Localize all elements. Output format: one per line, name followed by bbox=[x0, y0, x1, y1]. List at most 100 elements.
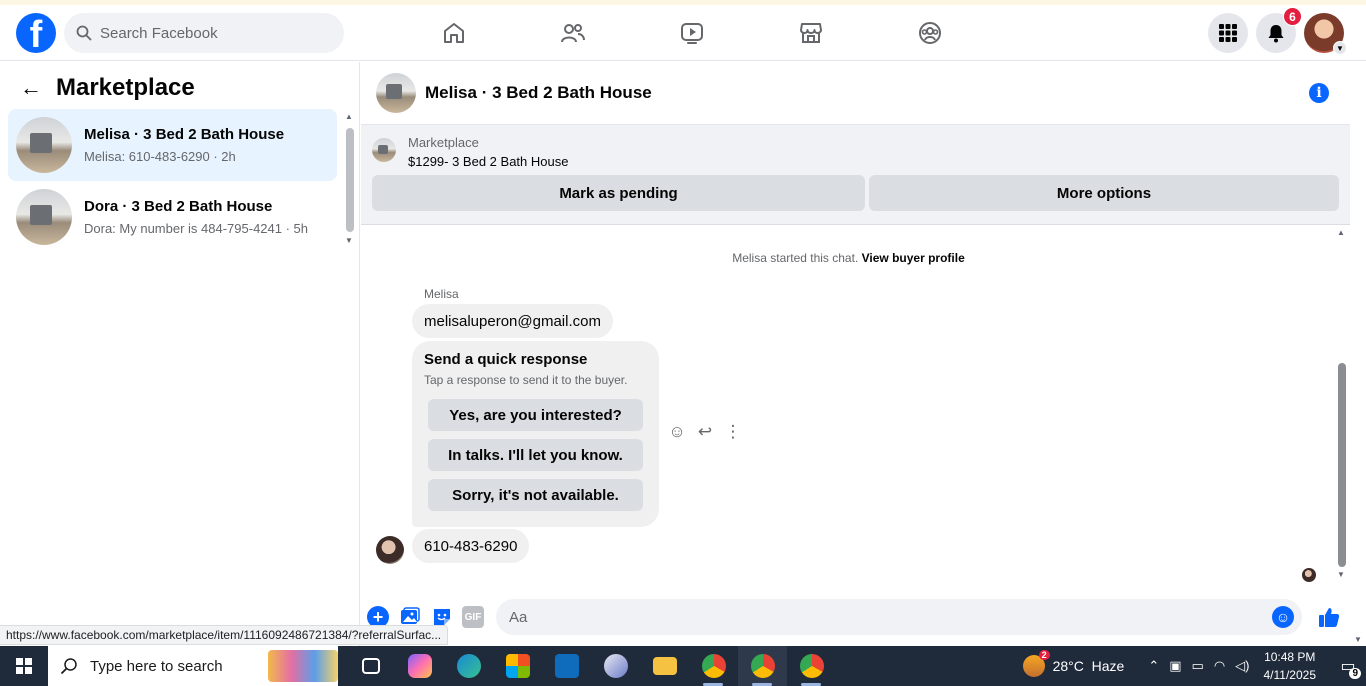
quick-response-option[interactable]: Sorry, it's not available. bbox=[428, 479, 643, 511]
clock[interactable]: 10:48 PM 4/11/2025 bbox=[1264, 648, 1317, 684]
chrome-app-profile-h[interactable] bbox=[689, 646, 738, 686]
clock-date: 4/11/2025 bbox=[1263, 668, 1317, 682]
meet-now-icon[interactable]: ▣ bbox=[1169, 658, 1181, 674]
conversation-scrollbar[interactable]: ▲ ▼ bbox=[345, 112, 355, 247]
message-input-box[interactable]: ☺ bbox=[496, 599, 1302, 635]
volume-icon[interactable]: ◁) bbox=[1235, 658, 1249, 674]
listing-thumbnail bbox=[16, 189, 72, 245]
notification-badge: 6 bbox=[1283, 7, 1302, 26]
scroll-down-icon[interactable]: ▼ bbox=[1337, 570, 1345, 579]
account-avatar[interactable]: ▼ bbox=[1304, 13, 1347, 55]
search-box[interactable] bbox=[64, 13, 344, 53]
listing-label: Marketplace bbox=[408, 135, 479, 150]
nav-marketplace[interactable] bbox=[751, 10, 871, 56]
weather-widget[interactable]: 2 28°C Haze bbox=[1022, 650, 1125, 677]
search-icon bbox=[76, 25, 92, 41]
outlook-icon bbox=[554, 654, 579, 678]
start-button[interactable] bbox=[0, 646, 48, 686]
wifi-icon[interactable]: ◠ bbox=[1214, 658, 1225, 674]
copilot-icon bbox=[407, 654, 432, 678]
nav-home[interactable] bbox=[394, 10, 514, 56]
message-input[interactable] bbox=[509, 608, 1249, 626]
conversation-preview: Dora: My number is 484-795-4241 · 5h bbox=[84, 221, 309, 236]
message-bubble[interactable]: 610-483-6290 bbox=[412, 529, 530, 563]
weather-condition: Haze bbox=[1091, 658, 1125, 674]
conversation-item[interactable]: Melisa · 3 Bed 2 Bath House Melisa: 610-… bbox=[8, 109, 337, 181]
chat-pane: Melisa · 3 Bed 2 Bath House i Marketplac… bbox=[361, 62, 1350, 646]
edge-app[interactable] bbox=[444, 646, 493, 686]
paint-app[interactable] bbox=[591, 646, 640, 686]
message-bubble[interactable]: melisaluperon@gmail.com bbox=[412, 304, 613, 338]
video-icon bbox=[681, 23, 703, 44]
quick-response-option[interactable]: Yes, are you interested? bbox=[428, 399, 643, 431]
page-title: Marketplace bbox=[56, 74, 195, 101]
outlook-app[interactable] bbox=[542, 646, 591, 686]
reply-icon[interactable]: ↩ bbox=[696, 422, 714, 442]
view-buyer-profile-link[interactable]: View buyer profile bbox=[862, 251, 965, 265]
task-view-button[interactable] bbox=[346, 646, 395, 686]
conversation-name: Melisa · 3 Bed 2 Bath House bbox=[84, 126, 285, 143]
react-emoji-icon[interactable]: ☺ bbox=[668, 422, 686, 442]
back-arrow-icon[interactable]: ← bbox=[20, 75, 42, 101]
file-explorer-app[interactable] bbox=[640, 646, 689, 686]
gif-icon[interactable]: GIF bbox=[462, 606, 484, 628]
emoji-icon[interactable]: ☺ bbox=[1272, 606, 1294, 628]
search-icon bbox=[60, 658, 77, 675]
mark-as-pending-button[interactable]: Mark as pending bbox=[372, 175, 865, 211]
scrollbar-thumb[interactable] bbox=[1338, 363, 1346, 567]
chevron-down-icon: ▼ bbox=[1333, 41, 1347, 55]
store-app[interactable] bbox=[493, 646, 542, 686]
chat-header: Melisa · 3 Bed 2 Bath House i bbox=[361, 62, 1350, 125]
sender-avatar[interactable] bbox=[376, 536, 404, 564]
notification-center-button[interactable]: ▭ 9 bbox=[1330, 646, 1366, 686]
search-input[interactable] bbox=[100, 24, 320, 42]
tray-icons: ⌃ ▣ ▭ ◠ ◁) bbox=[1148, 658, 1249, 674]
copilot-app[interactable] bbox=[395, 646, 444, 686]
more-options-button[interactable]: More options bbox=[869, 175, 1339, 211]
facebook-logo[interactable]: f bbox=[16, 13, 56, 53]
quick-response-option[interactable]: In talks. I'll let you know. bbox=[428, 439, 643, 471]
windows-taskbar: 2 28°C Haze ⌃ ▣ ▭ ◠ ◁) 10:48 PM 4/11/202… bbox=[0, 646, 1366, 686]
chat-title[interactable]: Melisa · 3 Bed 2 Bath House bbox=[425, 83, 652, 103]
marketplace-icon bbox=[800, 23, 822, 43]
groups-icon bbox=[919, 22, 941, 44]
status-bar-url: https://www.facebook.com/marketplace/ite… bbox=[0, 625, 449, 645]
scroll-down-icon[interactable]: ▼ bbox=[345, 236, 353, 245]
taskbar-search-input[interactable] bbox=[90, 657, 260, 675]
battery-icon[interactable]: ▭ bbox=[1192, 658, 1204, 674]
notification-count: 9 bbox=[1349, 668, 1361, 679]
scroll-up-icon[interactable]: ▲ bbox=[1337, 228, 1345, 237]
info-icon[interactable]: i bbox=[1309, 83, 1329, 103]
paint-icon bbox=[603, 654, 628, 678]
account-controls: 6 ▼ bbox=[1208, 7, 1347, 55]
temperature: 28°C bbox=[1052, 658, 1084, 674]
thumbs-up-icon[interactable] bbox=[1316, 604, 1342, 630]
page-scrollbar[interactable]: ▼ bbox=[1350, 62, 1366, 646]
message-thread: Melisa started this chat. View buyer pro… bbox=[361, 226, 1350, 596]
nav-friends[interactable] bbox=[513, 10, 633, 56]
chrome-icon bbox=[701, 654, 726, 678]
chrome-icon bbox=[799, 654, 824, 678]
listing-thumbnail[interactable] bbox=[372, 138, 396, 162]
listing-price-title[interactable]: $1299- 3 Bed 2 Bath House bbox=[408, 154, 568, 169]
chat-started-notice: Melisa started this chat. View buyer pro… bbox=[732, 251, 965, 265]
menu-button[interactable] bbox=[1208, 13, 1248, 53]
taskbar-search[interactable] bbox=[48, 646, 338, 686]
scroll-down-icon[interactable]: ▼ bbox=[1354, 635, 1362, 644]
nav-video[interactable] bbox=[632, 10, 752, 56]
chrome-app-profile-3[interactable] bbox=[787, 646, 836, 686]
chrome-app-active[interactable] bbox=[738, 646, 787, 686]
message-composer: + GIF ☺ bbox=[361, 596, 1350, 646]
more-vertical-icon[interactable]: ⋮ bbox=[724, 422, 742, 442]
chat-thumbnail[interactable] bbox=[376, 73, 416, 113]
quick-response-card: Send a quick response Tap a response to … bbox=[412, 341, 659, 527]
scrollbar-thumb[interactable] bbox=[346, 128, 354, 232]
notifications-button[interactable]: 6 bbox=[1256, 7, 1302, 53]
nav-groups[interactable] bbox=[870, 10, 990, 56]
thread-scrollbar[interactable]: ▲ ▼ bbox=[1336, 226, 1348, 581]
clock-time: 10:48 PM bbox=[1264, 650, 1316, 664]
conversation-item[interactable]: Dora · 3 Bed 2 Bath House Dora: My numbe… bbox=[8, 181, 337, 253]
scroll-up-icon[interactable]: ▲ bbox=[345, 112, 353, 121]
chevron-up-icon[interactable]: ⌃ bbox=[1148, 658, 1159, 674]
home-icon bbox=[444, 23, 464, 43]
